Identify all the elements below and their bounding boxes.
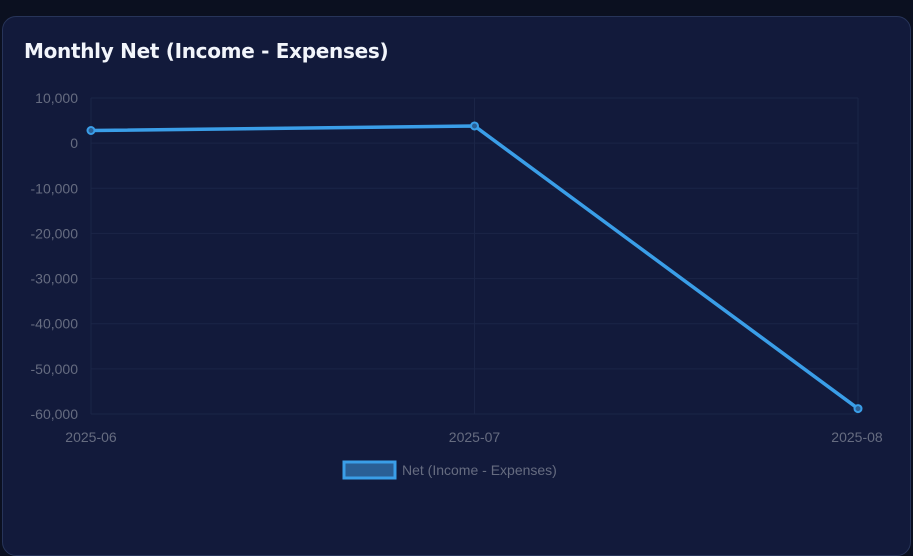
- grid-lines: [90, 97, 859, 415]
- y-tick-label: -10,000: [31, 180, 79, 196]
- y-tick-label: -60,000: [31, 406, 79, 422]
- legend-swatch[interactable]: [342, 460, 397, 480]
- legend-label[interactable]: Net (Income - Expenses): [402, 462, 557, 478]
- legend[interactable]: Net (Income - Expenses): [342, 460, 557, 480]
- line-chart: 10,000 0 -10,000 -20,000 -30,000 -40,000 -50,0…: [31, 90, 883, 480]
- x-tick-label: 2025-08: [831, 429, 883, 445]
- y-tick-label: -30,000: [31, 271, 79, 287]
- y-tick-label: -50,000: [31, 361, 79, 377]
- y-tick-label: 10,000: [35, 90, 78, 106]
- data-point[interactable]: [86, 126, 96, 136]
- x-tick-label: 2025-07: [449, 429, 501, 445]
- y-axis-ticks: 10,000 0 -10,000 -20,000 -30,000 -40,000 -50,0…: [31, 90, 79, 422]
- data-point[interactable]: [470, 121, 479, 131]
- x-axis-ticks: 2025-06 2025-07 2025-08: [65, 429, 883, 445]
- y-tick-label: 0: [70, 135, 78, 151]
- x-tick-label: 2025-06: [65, 429, 117, 445]
- data-point[interactable]: [853, 404, 863, 414]
- y-tick-label: -20,000: [31, 225, 79, 241]
- y-tick-label: -40,000: [31, 316, 79, 332]
